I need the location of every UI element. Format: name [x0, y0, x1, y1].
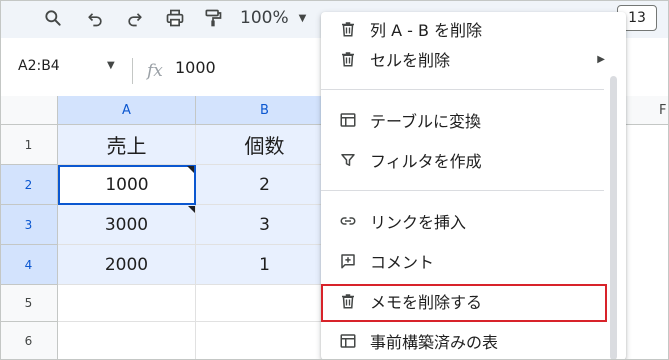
cell-b6[interactable]: [196, 322, 334, 360]
search-icon[interactable]: [40, 5, 66, 31]
cell-b1[interactable]: 個数: [196, 125, 334, 165]
menu-item-label: テーブルに変換: [370, 112, 482, 131]
submenu-arrow-icon: ▶: [597, 53, 605, 65]
row-header-2[interactable]: 2: [0, 165, 58, 205]
menu-item-delete-notes[interactable]: メモを削除する: [321, 284, 613, 318]
menu-item-convert-to-table[interactable]: テーブルに変換: [321, 103, 613, 137]
print-icon[interactable]: [162, 5, 188, 31]
menu-item-label: 列 A - B を削除: [370, 21, 483, 40]
chevron-down-icon[interactable]: ▼: [107, 60, 115, 71]
link-icon: [338, 211, 358, 231]
note-indicator: [187, 166, 194, 173]
menu-item-label: 事前構築済みの表: [370, 333, 499, 352]
filter-icon: [338, 150, 358, 170]
context-menu: 列 A - B を削除 セルを削除 ▶ テーブルに変換 フィルタを作成 リンクを…: [321, 12, 626, 360]
formula-input[interactable]: 1000: [175, 58, 216, 77]
menu-item-prebuilt-tables[interactable]: 事前構築済みの表: [321, 324, 613, 358]
menu-item-delete-cells[interactable]: セルを削除 ▶: [321, 42, 613, 76]
trash-icon: [338, 291, 358, 311]
menu-item-label: コメント: [370, 253, 435, 272]
trash-icon: [338, 49, 358, 69]
row-header-4[interactable]: 4: [0, 245, 58, 285]
column-header-f[interactable]: F: [656, 96, 669, 125]
menu-item-delete-columns[interactable]: 列 A - B を削除: [321, 12, 613, 46]
divider: [132, 58, 133, 84]
row-header-6[interactable]: 6: [0, 322, 58, 360]
trash-icon: [338, 19, 358, 39]
column-header-a[interactable]: A: [58, 96, 196, 125]
redo-icon[interactable]: [122, 5, 148, 31]
zoom-select[interactable]: 100% ▼: [240, 6, 306, 30]
menu-item-label: メモを削除する: [370, 293, 483, 312]
row-header-1[interactable]: 1: [0, 125, 58, 165]
cell-a1[interactable]: 売上: [58, 125, 196, 165]
cell-a4[interactable]: 2000: [58, 245, 196, 285]
menu-item-insert-link[interactable]: リンクを挿入: [321, 204, 613, 238]
paint-format-icon[interactable]: [200, 5, 226, 31]
menu-item-label: セルを削除: [370, 51, 451, 70]
name-box[interactable]: A2:B4: [18, 58, 60, 74]
cell-b2[interactable]: 2: [196, 165, 334, 205]
cell-a3[interactable]: 3000: [58, 205, 196, 245]
table-icon: [338, 110, 358, 130]
menu-item-comment[interactable]: コメント: [321, 244, 613, 278]
menu-item-label: リンクを挿入: [370, 213, 467, 232]
column-header-f-label: F: [659, 102, 667, 118]
note-indicator: [188, 206, 195, 213]
column-header-b[interactable]: B: [196, 96, 334, 125]
cell-b3[interactable]: 3: [196, 205, 334, 245]
cell-a2[interactable]: 1000: [58, 165, 196, 205]
cell-a5[interactable]: [58, 285, 196, 322]
menu-item-label: フィルタを作成: [370, 152, 482, 171]
cell-a6[interactable]: [58, 322, 196, 360]
menu-scrollbar[interactable]: [610, 76, 617, 360]
row-header-3[interactable]: 3: [0, 205, 58, 245]
menu-item-create-filter[interactable]: フィルタを作成: [321, 143, 613, 177]
zoom-value: 100%: [240, 8, 289, 28]
comment-add-icon: [338, 251, 358, 271]
chevron-down-icon: ▼: [298, 12, 307, 24]
menu-divider: [321, 89, 604, 90]
row-header-5[interactable]: 5: [0, 285, 58, 322]
cell-b4[interactable]: 1: [196, 245, 334, 285]
fx-icon: fx: [147, 61, 163, 81]
select-all-corner[interactable]: [0, 96, 58, 125]
undo-icon[interactable]: [82, 5, 108, 31]
cell-b5[interactable]: [196, 285, 334, 322]
menu-divider: [321, 190, 604, 191]
table-icon: [338, 331, 358, 351]
